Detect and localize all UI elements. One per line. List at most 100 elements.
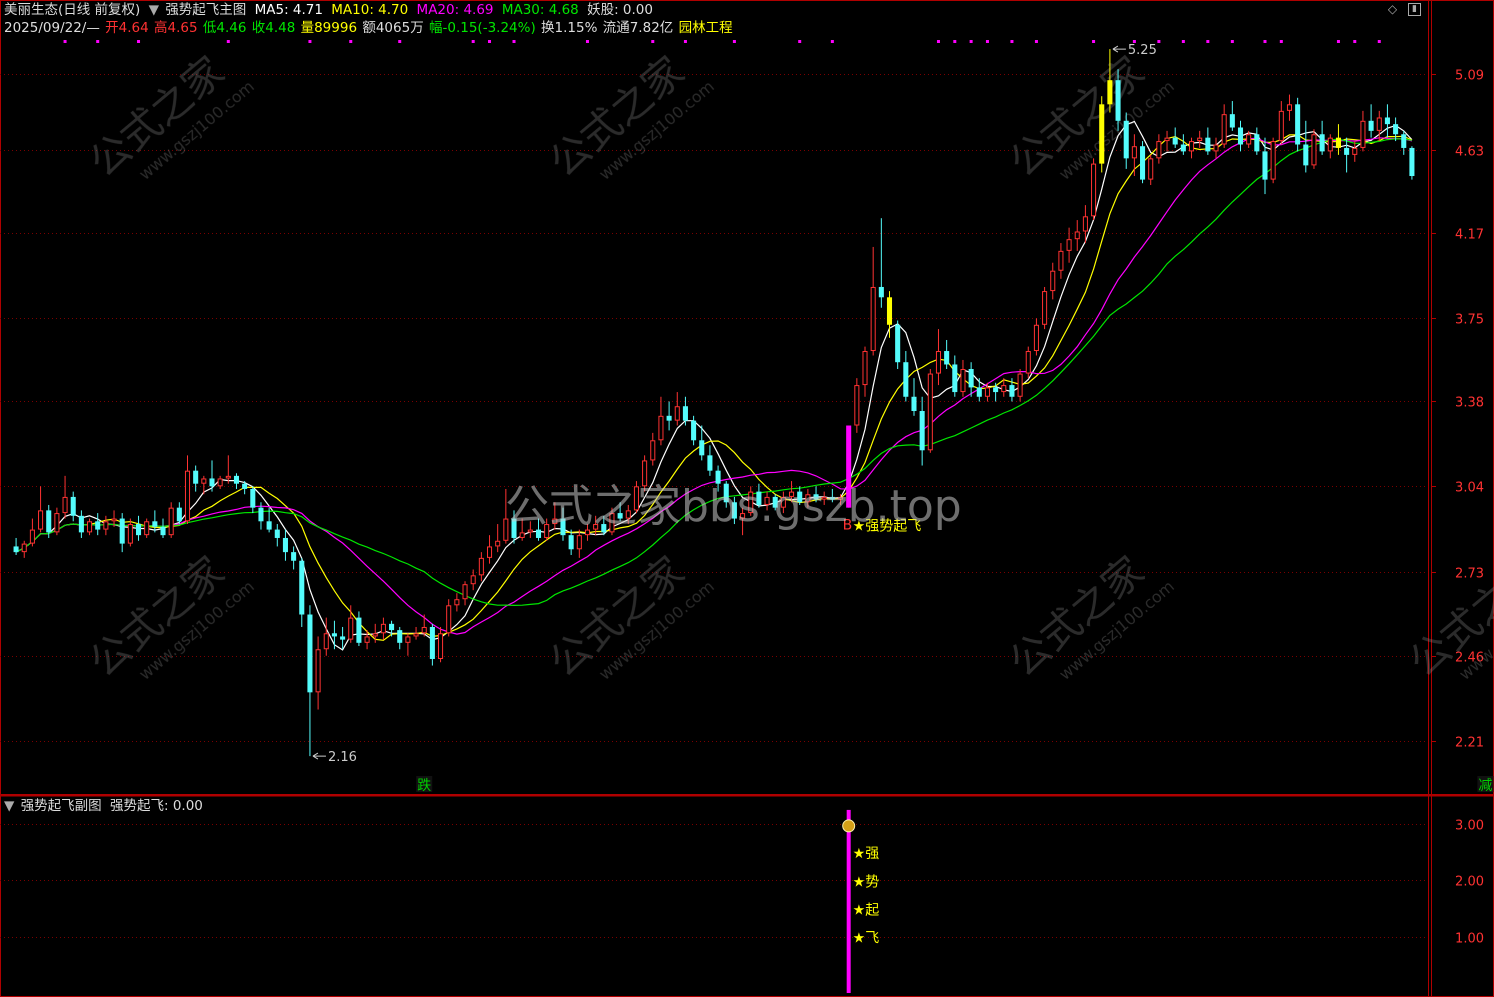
candle[interactable] [1229, 101, 1235, 131]
candle[interactable] [331, 620, 337, 650]
candle[interactable] [1327, 134, 1333, 159]
candle[interactable] [486, 535, 493, 564]
candle[interactable] [1352, 141, 1358, 162]
candle[interactable] [38, 486, 44, 533]
candle[interactable] [225, 455, 231, 484]
candle[interactable] [29, 518, 35, 547]
candle[interactable] [315, 636, 321, 710]
candle[interactable] [1050, 262, 1056, 300]
main-chart-panel[interactable]: 5.09 4.63 4.17 3.75 3.38 3.04 2.73 2.46 2.21 公式之家… [0, 0, 1494, 795]
candle[interactable] [1099, 96, 1105, 173]
candle[interactable] [1074, 220, 1080, 251]
candle[interactable] [854, 378, 860, 433]
candle[interactable] [878, 218, 884, 308]
candle[interactable] [291, 546, 297, 570]
candle[interactable] [1213, 137, 1219, 159]
candle[interactable] [397, 626, 403, 650]
signal-bar[interactable] [846, 809, 851, 993]
candle[interactable] [405, 633, 411, 656]
candle[interactable] [935, 329, 942, 386]
candle[interactable] [95, 513, 101, 536]
candle[interactable] [1131, 134, 1137, 177]
candle[interactable] [299, 557, 305, 627]
candle[interactable] [478, 552, 484, 582]
candle[interactable] [666, 401, 672, 431]
candle[interactable] [119, 513, 125, 553]
candle[interactable] [960, 359, 966, 397]
candle[interactable] [1368, 104, 1374, 138]
candle[interactable] [1376, 110, 1382, 142]
candle[interactable] [1033, 318, 1039, 356]
candle[interactable] [152, 510, 158, 533]
candle[interactable] [1164, 130, 1170, 152]
candle[interactable] [307, 605, 313, 757]
candle[interactable] [21, 540, 27, 558]
candle[interactable] [250, 486, 256, 514]
candle[interactable] [1360, 110, 1366, 152]
candle[interactable] [380, 617, 386, 640]
candle[interactable] [650, 432, 656, 466]
sub-indicator-name[interactable]: 强势起飞副图 [21, 798, 102, 814]
candle[interactable] [1237, 120, 1244, 152]
candle[interactable] [78, 510, 84, 538]
candle[interactable] [454, 593, 460, 612]
stock-name[interactable]: 美丽生态(日线 前复权) [4, 2, 140, 18]
diamond-icon[interactable]: ◇ [1386, 3, 1399, 16]
candle[interactable] [944, 339, 950, 370]
chevron-down-icon[interactable]: ▼ [149, 2, 159, 18]
candle[interactable] [168, 502, 174, 538]
indicator-name[interactable]: 强势起飞主图 [165, 2, 246, 18]
candle[interactable] [1042, 286, 1048, 330]
candle[interactable] [895, 320, 901, 370]
candle[interactable] [1221, 104, 1227, 148]
candle[interactable] [462, 581, 468, 606]
candle[interactable] [862, 346, 868, 397]
candle[interactable] [446, 599, 452, 637]
candle[interactable] [1148, 154, 1154, 186]
candle[interactable] [62, 475, 68, 519]
candle[interactable] [144, 518, 150, 538]
candle[interactable] [658, 396, 664, 446]
candle[interactable] [1025, 346, 1031, 379]
candle[interactable] [193, 465, 199, 492]
candle[interactable] [1262, 137, 1268, 195]
candle[interactable] [87, 518, 93, 536]
candle[interactable] [952, 355, 958, 397]
candle[interactable] [356, 611, 362, 647]
candle[interactable] [176, 502, 182, 525]
candle[interactable] [1393, 117, 1399, 142]
candle[interactable] [495, 524, 501, 553]
candle[interactable] [438, 626, 444, 663]
candle[interactable] [1270, 137, 1276, 184]
candle[interactable] [870, 246, 876, 356]
candle[interactable] [1409, 146, 1415, 180]
candle[interactable] [160, 518, 166, 538]
candle[interactable] [70, 491, 76, 522]
candle[interactable] [1017, 369, 1023, 402]
quote-sector[interactable]: 园林工程 [679, 20, 733, 36]
candle[interactable] [968, 362, 974, 397]
candle[interactable] [421, 614, 427, 637]
candle[interactable] [1303, 120, 1309, 173]
candle[interactable] [54, 507, 60, 536]
sub-indicator-chart[interactable]: 3.00 2.00 1.00 ★强 ★势 ★起 ★飞 [0, 795, 1494, 997]
candle[interactable] [1188, 137, 1195, 159]
candle[interactable] [1180, 134, 1186, 155]
candle[interactable] [429, 623, 435, 666]
candle[interactable] [127, 518, 133, 547]
candle[interactable] [993, 382, 999, 402]
sub-chart-panel[interactable]: 3.00 2.00 1.00 ★强 ★势 ★起 ★飞 ▼ 强势起飞副图 强势起飞: 0.00 [0, 795, 1494, 997]
candle[interactable] [1278, 101, 1284, 145]
candle[interactable] [1156, 134, 1162, 164]
candle[interactable] [103, 515, 109, 536]
candle[interactable] [911, 378, 917, 416]
candle[interactable] [927, 369, 933, 453]
candle[interactable] [13, 537, 19, 555]
candle[interactable] [1295, 97, 1301, 152]
window-icon[interactable]: ▮ [1408, 3, 1421, 16]
candle[interactable] [1066, 227, 1072, 263]
candle[interactable] [1319, 120, 1325, 155]
candle[interactable] [1311, 129, 1317, 169]
candle[interactable] [903, 351, 909, 402]
candle[interactable] [217, 475, 223, 489]
